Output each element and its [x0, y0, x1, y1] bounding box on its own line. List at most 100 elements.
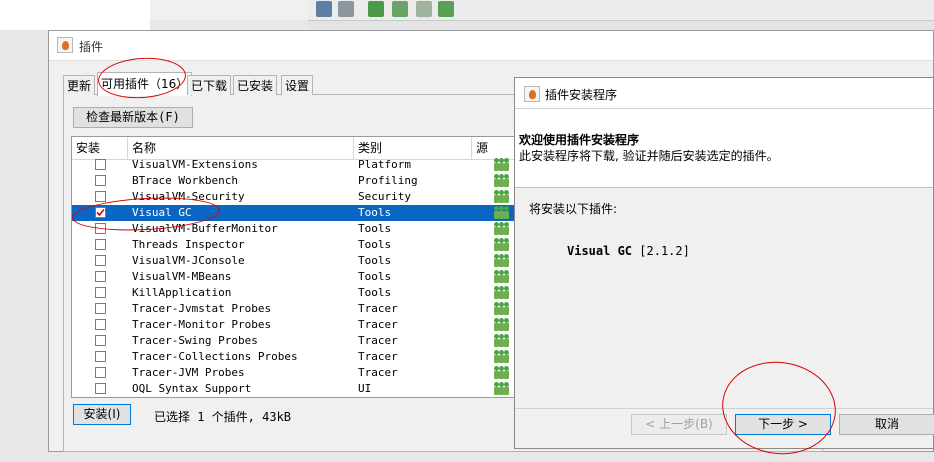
plugin-category-cell: Tools	[358, 238, 392, 251]
community-source-icon	[494, 366, 510, 380]
tab-installed[interactable]: 已安装	[233, 75, 278, 95]
plugin-category-cell: Profiling	[358, 174, 418, 187]
plugin-name-cell: Tracer-Collections Probes	[132, 350, 298, 363]
community-source-icon	[494, 382, 510, 396]
install-checkbox[interactable]	[95, 335, 106, 346]
plugin-category-cell: Tools	[358, 270, 392, 283]
plugin-category-cell: Platform	[358, 158, 411, 171]
install-dialog: 插件安装程序 欢迎使用插件安装程序 此安装程序将下载, 验证并随后安装选定的插件…	[514, 77, 934, 449]
plugin-name-cell: VisualVM-BufferMonitor	[132, 222, 278, 235]
install-checkbox[interactable]	[95, 367, 106, 378]
back-button[interactable]: < 上一步(B)	[631, 414, 727, 435]
table-row[interactable]: Tracer-Swing Probes Tracer	[72, 333, 530, 349]
install-checkbox[interactable]	[95, 303, 106, 314]
plugin-category-cell: Tracer	[358, 366, 398, 379]
install-checkbox[interactable]	[95, 239, 106, 250]
table-row[interactable]: Threads Inspector Tools	[72, 237, 530, 253]
install-checkbox[interactable]	[95, 383, 106, 394]
plugin-name-cell: KillApplication	[132, 286, 232, 299]
plugin-category-cell: Tracer	[358, 302, 398, 315]
toolbar-icon[interactable]	[368, 1, 384, 17]
community-source-icon	[494, 270, 510, 284]
install-checkbox[interactable]	[95, 255, 106, 266]
tab-updates[interactable]: 更新	[63, 75, 96, 95]
community-source-icon	[494, 190, 510, 204]
install-checkbox[interactable]	[95, 319, 106, 330]
table-row[interactable]: Tracer-Collections Probes Tracer	[72, 349, 530, 365]
community-source-icon	[494, 350, 510, 364]
plugin-name: Visual GC	[567, 244, 633, 258]
table-row[interactable]: Visual GC Tools	[72, 205, 530, 221]
toolbar-icon[interactable]	[438, 1, 454, 17]
install-checkbox[interactable]	[95, 175, 106, 186]
community-source-icon	[494, 158, 510, 172]
community-source-icon	[494, 318, 510, 332]
install-button[interactable]: 安装(I)	[73, 404, 131, 425]
plugin-name-cell: VisualVM-Security	[132, 190, 245, 203]
toolbar-icon[interactable]	[392, 1, 408, 17]
table-row[interactable]: VisualVM-Security Security	[72, 189, 530, 205]
plugin-name-cell: BTrace Workbench	[132, 174, 238, 187]
selection-status: 已选择 1 个插件, 43kB	[154, 410, 292, 424]
install-intro: 将安装以下插件:	[529, 202, 618, 216]
background-panel	[150, 0, 309, 20]
table-row[interactable]: KillApplication Tools	[72, 285, 530, 301]
install-checkbox[interactable]	[95, 351, 106, 362]
next-button[interactable]: 下一步 >	[735, 414, 831, 435]
plugin-category-cell: Tools	[358, 222, 392, 235]
table-row[interactable]: VisualVM-BufferMonitor Tools	[72, 221, 530, 237]
plugin-category-cell: Tools	[358, 254, 392, 267]
plugins-titlebar: 插件	[49, 31, 933, 61]
plugin-version: [2.1.2]	[639, 244, 690, 258]
plugin-name-cell: Visual GC	[132, 206, 192, 219]
install-checkbox[interactable]	[95, 223, 106, 234]
install-titlebar: 插件安装程序	[515, 78, 933, 109]
window-title: 插件	[79, 40, 104, 54]
table-row[interactable]: Tracer-JVM Probes Tracer	[72, 365, 530, 381]
install-header: 欢迎使用插件安装程序 此安装程序将下载, 验证并随后安装选定的插件。	[515, 109, 933, 188]
plugin-category-cell: Tools	[358, 286, 392, 299]
community-source-icon	[494, 238, 510, 252]
plugin-name-cell: Tracer-Jvmstat Probes	[132, 302, 272, 315]
table-row[interactable]: VisualVM-Extensions Platform	[72, 157, 530, 173]
install-checkbox[interactable]	[95, 287, 106, 298]
install-checkbox[interactable]	[95, 191, 106, 202]
plugin-category-cell: Tracer	[358, 318, 398, 331]
table-row[interactable]: OQL Syntax Support UI	[72, 381, 530, 397]
footer-divider	[515, 408, 933, 409]
community-source-icon	[494, 334, 510, 348]
table-row[interactable]: Tracer-Monitor Probes Tracer	[72, 317, 530, 333]
plugin-category-cell: Tracer	[358, 334, 398, 347]
check-updates-button[interactable]: 检查最新版本(F)	[73, 107, 193, 128]
toolbar-icon[interactable]	[316, 1, 332, 17]
background-toolbar	[308, 0, 934, 21]
column-name[interactable]: 名称	[128, 137, 354, 159]
app-icon	[57, 37, 73, 53]
plugin-name-cell: Tracer-Swing Probes	[132, 334, 258, 347]
install-checkbox[interactable]	[95, 159, 106, 170]
table-row[interactable]: Tracer-Jvmstat Probes Tracer	[72, 301, 530, 317]
tab-available-plugins[interactable]: 可用插件（16）	[97, 72, 193, 96]
plugins-table: 安装 名称 类别 源 VisualVM-Extensions Platform BT…	[71, 136, 531, 398]
tab-settings[interactable]: 设置	[281, 75, 314, 95]
tab-downloaded[interactable]: 已下载	[187, 75, 232, 95]
column-install[interactable]: 安装	[72, 137, 128, 159]
table-row[interactable]: BTrace Workbench Profiling	[72, 173, 530, 189]
app-icon	[524, 86, 540, 102]
community-source-icon	[494, 206, 510, 220]
table-row[interactable]: VisualVM-JConsole Tools	[72, 253, 530, 269]
install-checkbox[interactable]	[95, 271, 106, 282]
cancel-button[interactable]: 取消	[839, 414, 934, 435]
plugin-category-cell: Security	[358, 190, 411, 203]
dialog-title: 插件安装程序	[545, 88, 618, 102]
plugin-name-cell: VisualVM-Extensions	[132, 158, 258, 171]
toolbar-icon[interactable]	[338, 1, 354, 17]
community-source-icon	[494, 286, 510, 300]
community-source-icon	[494, 302, 510, 316]
plugin-name-cell: Tracer-JVM Probes	[132, 366, 245, 379]
toolbar-icon[interactable]	[416, 1, 432, 17]
install-checkbox[interactable]	[95, 207, 106, 218]
column-category[interactable]: 类别	[354, 137, 472, 159]
table-row[interactable]: VisualVM-MBeans Tools	[72, 269, 530, 285]
plugin-name-cell: Tracer-Monitor Probes	[132, 318, 272, 331]
